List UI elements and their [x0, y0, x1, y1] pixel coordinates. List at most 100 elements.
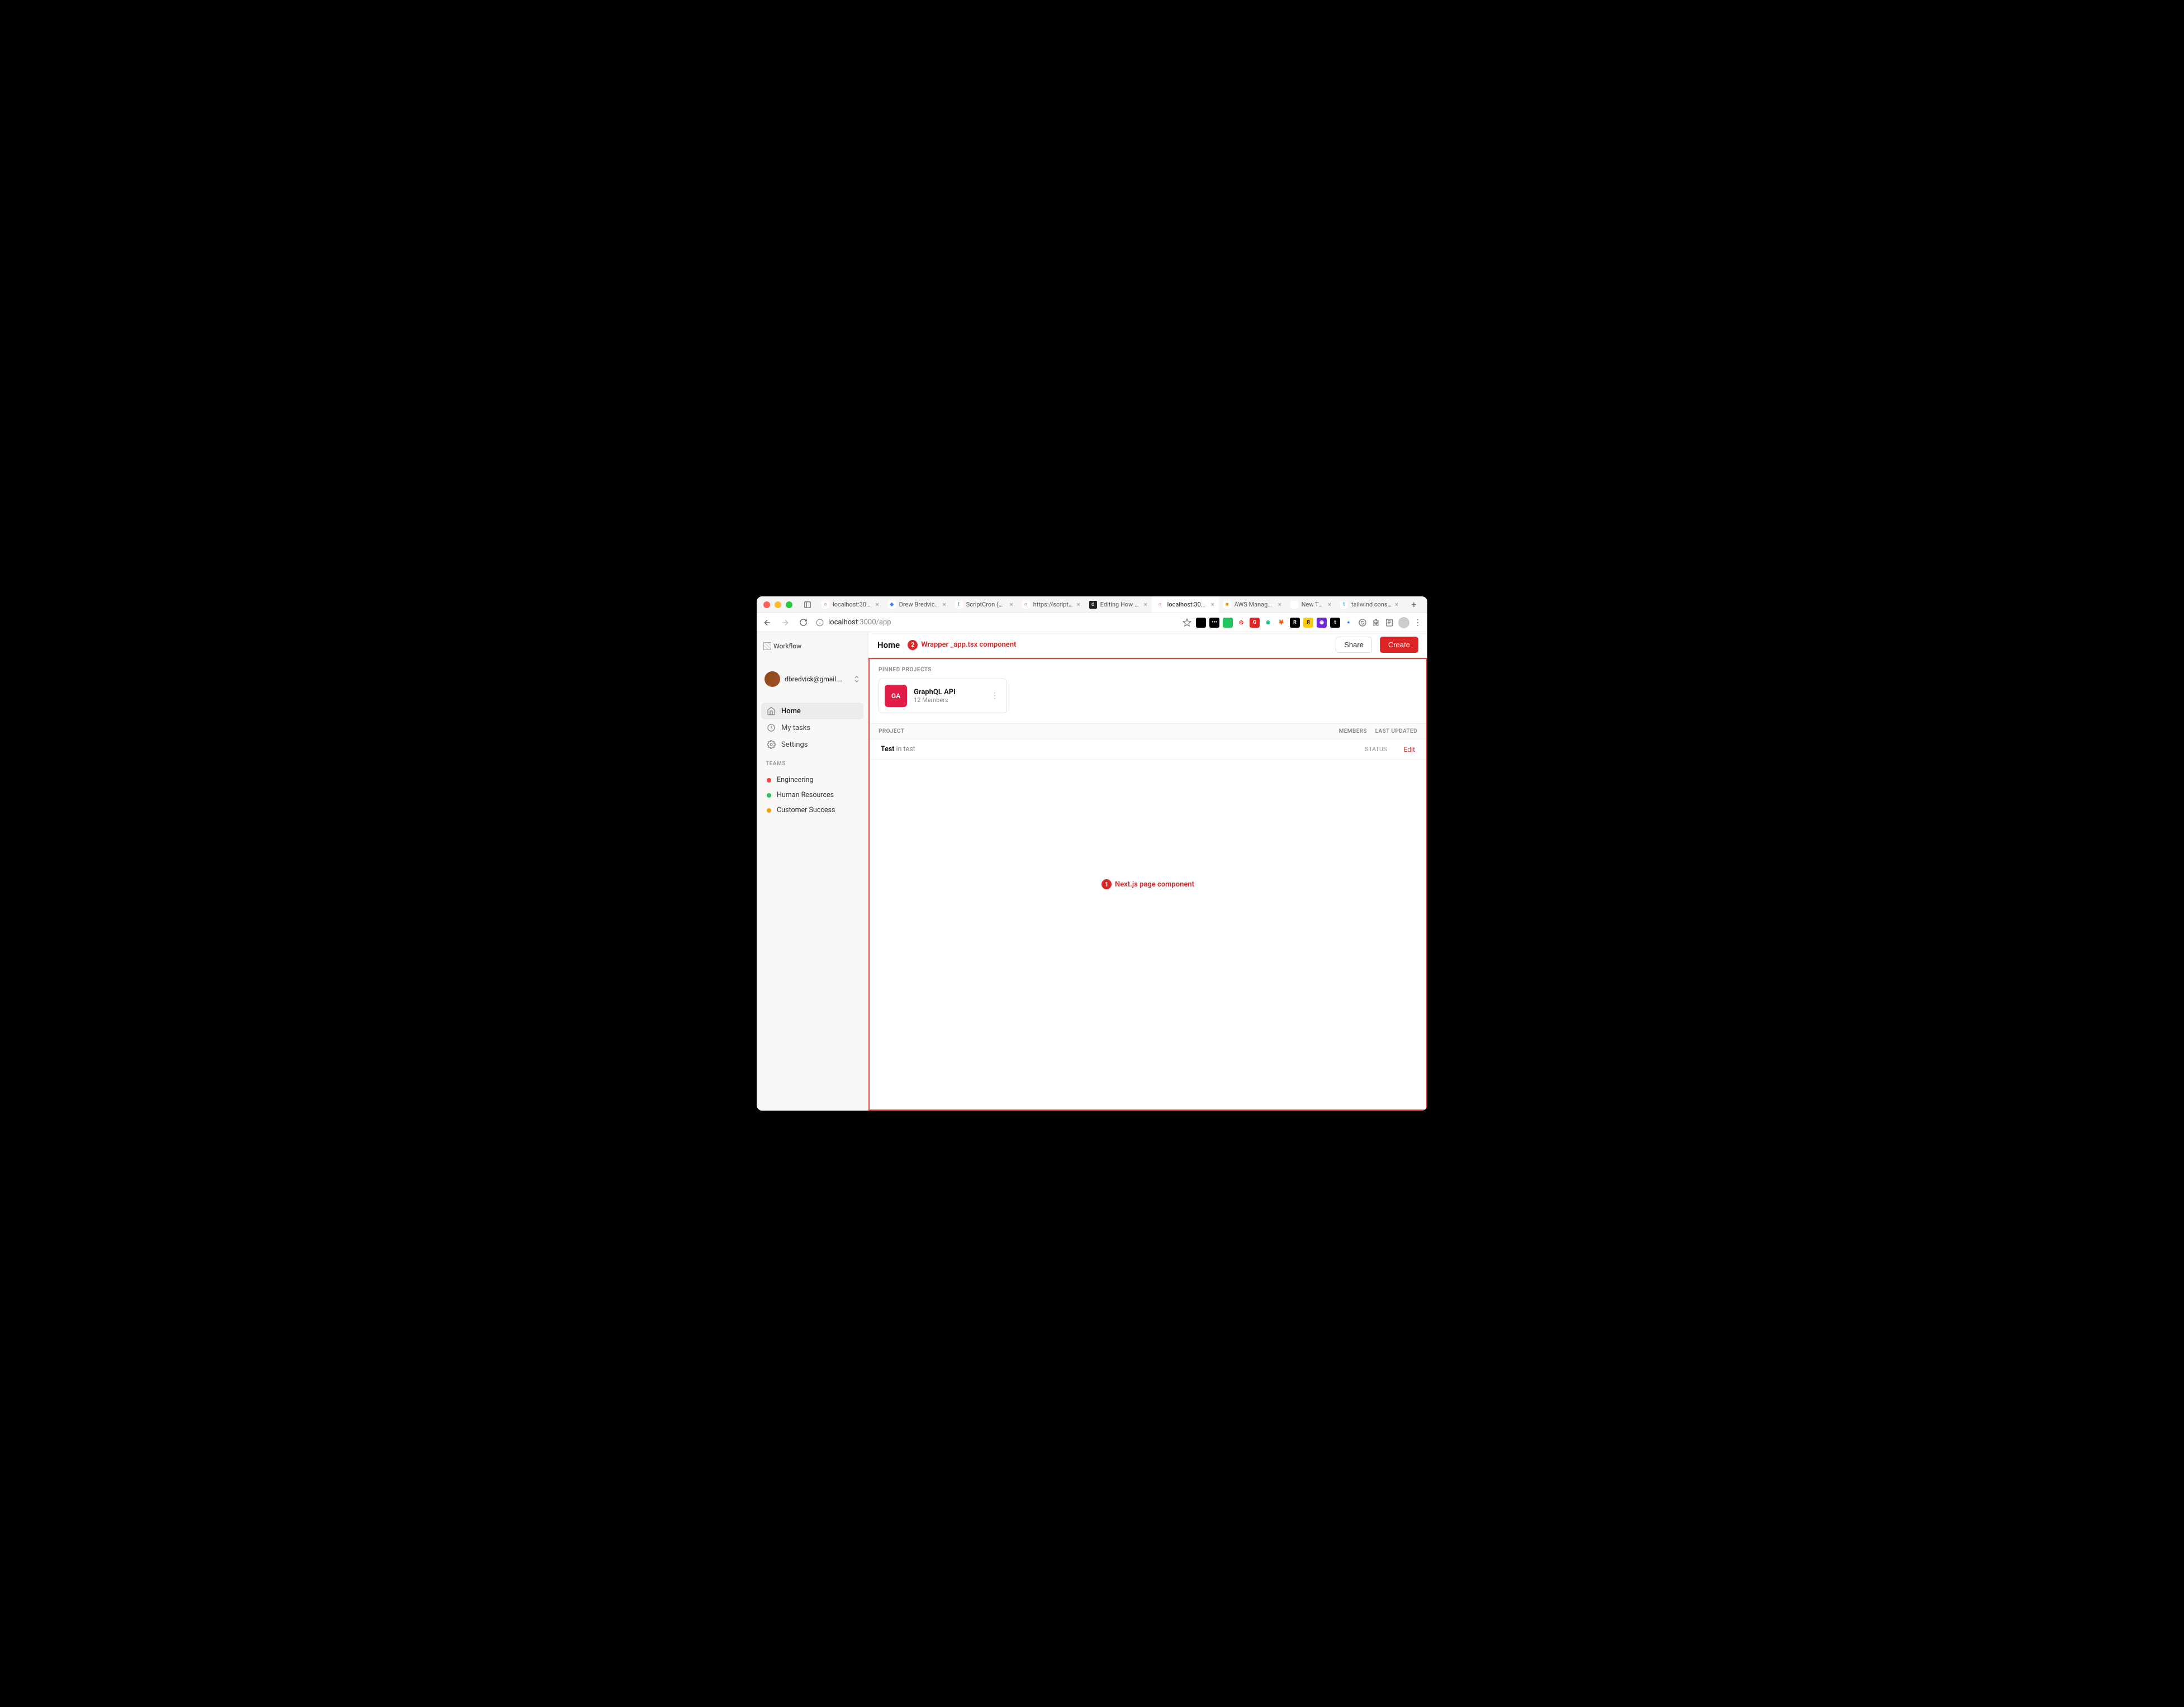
- address-bar[interactable]: localhost:3000/app: [816, 618, 1123, 627]
- extension-icon[interactable]: Я: [1303, 618, 1313, 628]
- tab-overview-icon[interactable]: [803, 600, 813, 610]
- extension-icon[interactable]: t: [1330, 618, 1340, 628]
- team-item[interactable]: Customer Success: [761, 803, 863, 818]
- nav-label: Home: [781, 707, 801, 715]
- tab-label: ScriptCron (@Script…: [966, 601, 1006, 608]
- extension-icon[interactable]: R: [1290, 618, 1300, 628]
- browser-toolbar: localhost:3000/app •••◎G◉🦊RЯ◉t● ⋮: [757, 613, 1427, 632]
- nav-item-settings[interactable]: Settings: [761, 736, 863, 753]
- close-window[interactable]: [763, 601, 770, 608]
- url-path: :3000/app: [858, 618, 891, 627]
- col-members: MEMBERS: [1311, 728, 1367, 734]
- new-tab-button[interactable]: +: [1407, 599, 1421, 610]
- extension-icon[interactable]: 🦊: [1276, 618, 1286, 628]
- user-menu[interactable]: dbredvick@gmail.…: [761, 667, 863, 691]
- browser-tab[interactable]: dEditing How to Cre…×: [1085, 596, 1152, 613]
- tab-label: New Tab: [1302, 601, 1324, 608]
- browser-titlebar: ○localhost:3000×◆Drew Bredvick - Ad…×tSc…: [757, 596, 1427, 613]
- teams-label: TEAMS: [761, 755, 863, 770]
- annotation-2-badge: 2: [908, 640, 918, 650]
- sync-icon[interactable]: [1358, 618, 1367, 627]
- tab-label: https://scriptcron.c…: [1033, 601, 1074, 608]
- pinned-project-card[interactable]: GA GraphQL API 12 Members ⋮: [879, 679, 1007, 713]
- share-button[interactable]: Share: [1336, 637, 1372, 653]
- project-name: GraphQL API: [914, 688, 982, 696]
- browser-menu[interactable]: ⋮: [1414, 618, 1422, 627]
- team-dot-icon: [767, 808, 771, 813]
- logo: Workflow: [761, 640, 863, 652]
- extension-icon[interactable]: [1196, 618, 1206, 628]
- table-row[interactable]: Test in test STATUS Edit: [870, 739, 1426, 760]
- tab-label: AWS Management C…: [1235, 601, 1275, 608]
- tab-close-icon[interactable]: ×: [1010, 601, 1013, 608]
- extension-icon[interactable]: ●: [1343, 618, 1354, 628]
- tab-label: localhost:3000/app: [1167, 601, 1208, 608]
- tab-label: localhost:3000: [833, 601, 872, 608]
- main: Home 2 Wrapper _app.tsx component Share …: [868, 632, 1427, 1111]
- minimize-window[interactable]: [775, 601, 781, 608]
- sidebar: Workflow dbredvick@gmail.… Home My tasks S…: [757, 632, 868, 1111]
- annotation-1-label: Next.js page component: [1115, 880, 1194, 889]
- pinned-label: PINNED PROJECTS: [870, 667, 1426, 679]
- tab-favicon: [1290, 601, 1298, 609]
- tab-favicon: t: [1340, 601, 1348, 609]
- browser-tab[interactable]: ○localhost:3000×: [817, 596, 884, 613]
- browser-tab[interactable]: ◆Drew Bredvick - Ad…×: [884, 596, 951, 613]
- tab-close-icon[interactable]: ×: [876, 601, 879, 608]
- tab-label: tailwind cons - Twit…: [1351, 601, 1392, 608]
- page-content: PINNED PROJECTS GA GraphQL API 12 Member…: [868, 658, 1427, 1111]
- extension-icon[interactable]: ◉: [1263, 618, 1273, 628]
- user-avatar: [765, 671, 780, 687]
- col-updated: LAST UPDATED: [1367, 728, 1417, 734]
- tab-favicon: ■: [1223, 601, 1231, 609]
- browser-tab[interactable]: ○https://scriptcron.c…×: [1018, 596, 1085, 613]
- tab-favicon: t: [955, 601, 963, 609]
- row-name: Test: [881, 745, 894, 753]
- tab-close-icon[interactable]: ×: [1144, 601, 1147, 608]
- team-item[interactable]: Human Resources: [761, 788, 863, 803]
- star-icon[interactable]: [1183, 618, 1191, 627]
- row-edit[interactable]: Edit: [1404, 746, 1415, 753]
- project-members: 12 Members: [914, 696, 982, 704]
- team-label: Engineering: [777, 776, 813, 784]
- browser-tab[interactable]: ttailwind cons - Twit…×: [1336, 596, 1403, 613]
- nav-icon: [767, 723, 776, 732]
- kebab-icon[interactable]: ⋮: [989, 691, 1001, 700]
- team-item[interactable]: Engineering: [761, 772, 863, 788]
- extensions-icon[interactable]: [1371, 618, 1380, 627]
- nav-item-my-tasks[interactable]: My tasks: [761, 719, 863, 736]
- maximize-window[interactable]: [786, 601, 792, 608]
- profile-avatar[interactable]: [1398, 617, 1409, 628]
- tab-close-icon[interactable]: ×: [1211, 601, 1214, 608]
- url-host: localhost: [828, 618, 858, 627]
- logo-alt: Workflow: [773, 642, 801, 650]
- tab-close-icon[interactable]: ×: [943, 601, 946, 608]
- back-button[interactable]: [762, 618, 772, 627]
- info-icon: [816, 619, 824, 627]
- browser-tab[interactable]: New Tab ×: [1286, 596, 1336, 613]
- nav-item-home[interactable]: Home: [761, 703, 863, 719]
- browser-tab[interactable]: tScriptCron (@Script… ×: [951, 596, 1018, 613]
- forward-button[interactable]: [780, 618, 790, 627]
- browser-tab[interactable]: ■ AWS Management C…×: [1219, 596, 1286, 613]
- window-controls: [763, 601, 792, 608]
- nav-icon: [767, 740, 776, 749]
- tab-close-icon[interactable]: ×: [1077, 601, 1080, 608]
- tab-close-icon[interactable]: ×: [1328, 601, 1331, 608]
- toolbar-icons: •••◎G◉🦊RЯ◉t● ⋮: [1183, 617, 1422, 628]
- nav-label: Settings: [781, 741, 808, 749]
- row-status: STATUS: [1365, 746, 1387, 753]
- reload-button[interactable]: [798, 618, 808, 627]
- extension-icon[interactable]: ◎: [1236, 618, 1246, 628]
- create-button[interactable]: Create: [1380, 637, 1418, 653]
- tab-close-icon[interactable]: ×: [1278, 601, 1281, 608]
- tab-close-icon[interactable]: ×: [1395, 601, 1398, 608]
- extension-icon[interactable]: •••: [1209, 618, 1219, 628]
- user-email: dbredvick@gmail.…: [785, 675, 849, 683]
- extension-icon[interactable]: [1223, 618, 1233, 628]
- team-dot-icon: [767, 793, 771, 798]
- browser-tab[interactable]: ○localhost:3000/app×: [1152, 596, 1219, 613]
- extension-icon[interactable]: ◉: [1317, 618, 1327, 628]
- extension-icon[interactable]: G: [1250, 618, 1260, 628]
- reading-list-icon[interactable]: [1385, 618, 1394, 627]
